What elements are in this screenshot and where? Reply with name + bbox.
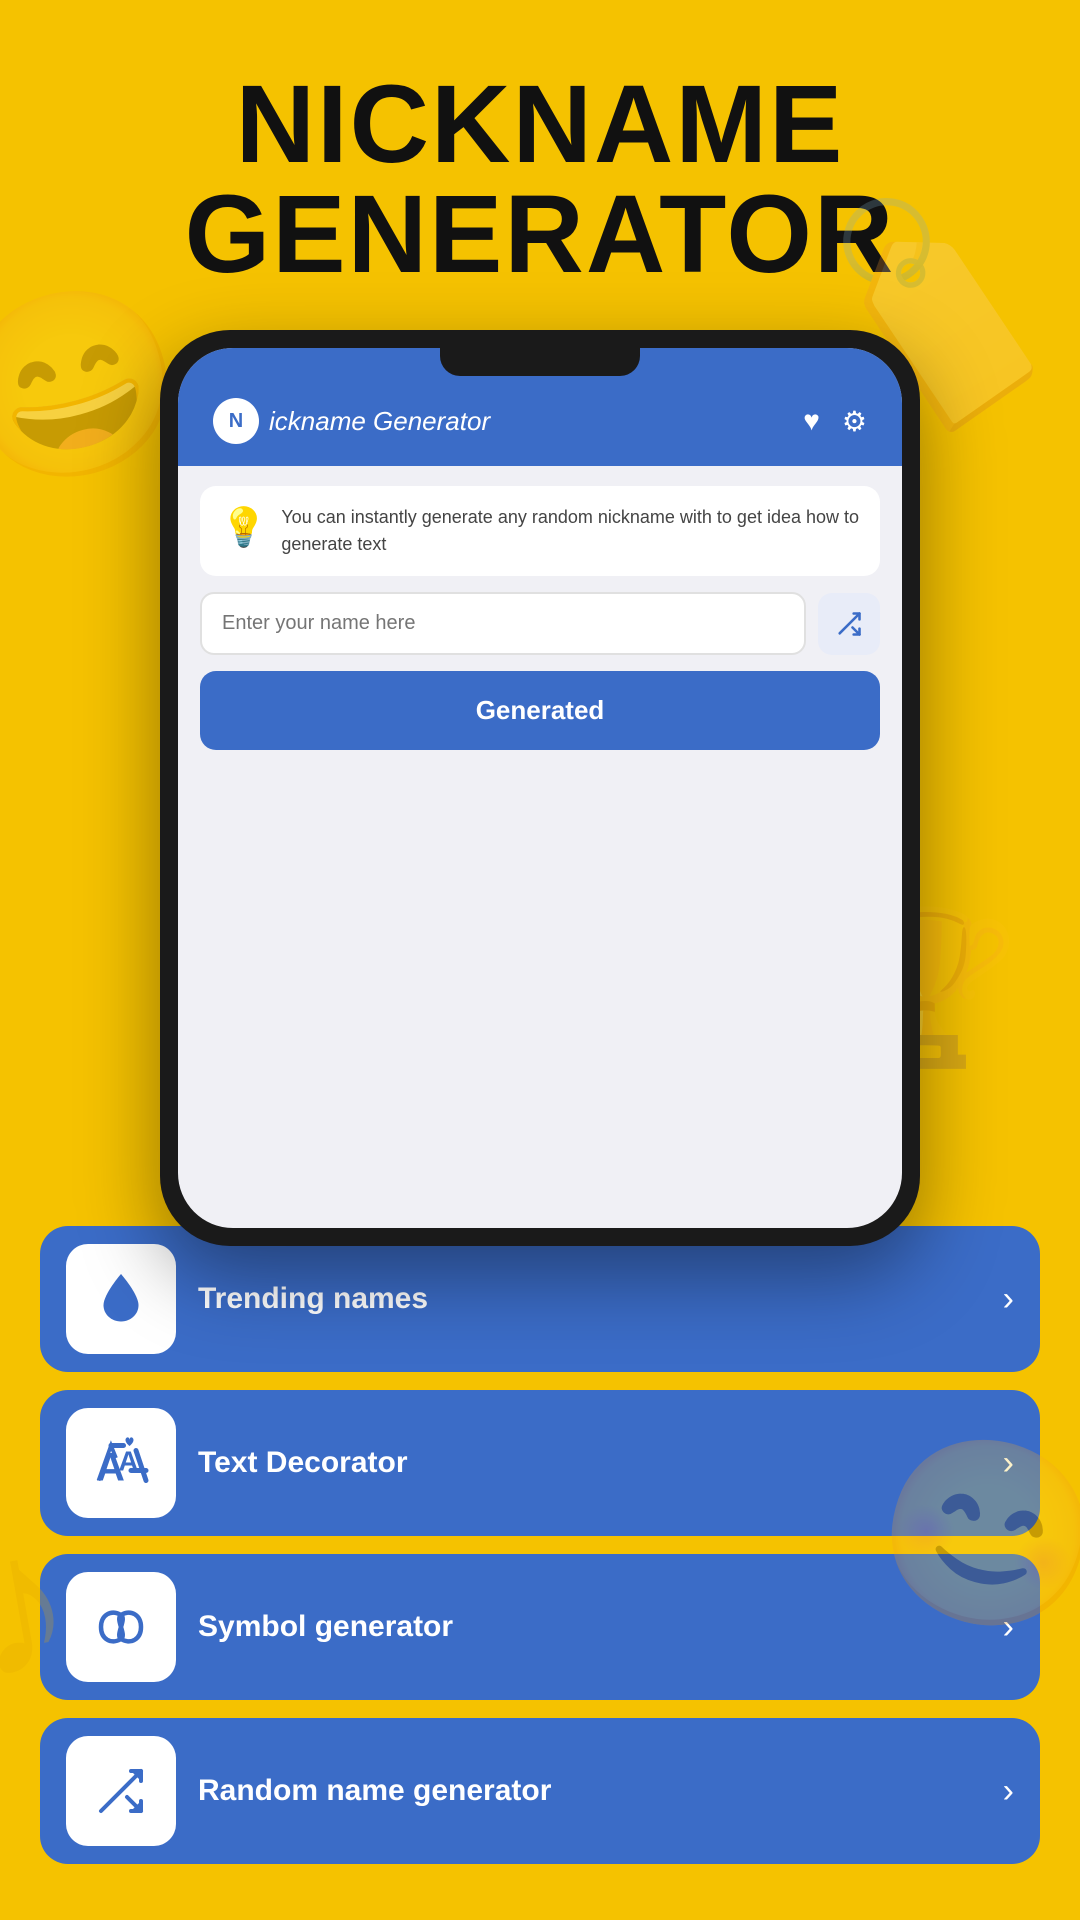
phone-mockup: N ickname Generator ♥ ⚙ 💡 You can instan… [160,330,920,1246]
phone-notch [440,348,640,376]
logo-letter: N [229,410,243,433]
trending-names-card[interactable]: Trending names › [40,1226,1040,1372]
settings-icon[interactable]: ⚙ [842,405,867,438]
droplet-icon [91,1269,151,1329]
generate-button[interactable]: Generated [200,671,880,750]
text-icon: A A [91,1433,151,1493]
logo-circle: N [213,398,259,444]
app-content: 💡 You can instantly generate any random … [178,466,902,776]
heart-icon[interactable]: ♥ [803,405,820,437]
random-name-icon-box [66,1736,176,1846]
random-name-chevron: › [1003,1772,1014,1811]
app-name: ickname Generator [269,406,490,437]
random-name-label: Random name generator [198,1774,981,1808]
random-name-card[interactable]: Random name generator › [40,1718,1040,1864]
shuffle-button[interactable] [818,593,880,655]
trending-names-chevron: › [1003,1280,1014,1319]
trending-names-label: Trending names [198,1282,981,1316]
phone-outer: N ickname Generator ♥ ⚙ 💡 You can instan… [160,330,920,1246]
header-icons: ♥ ⚙ [803,405,867,438]
phone-screen: N ickname Generator ♥ ⚙ 💡 You can instan… [178,348,902,1228]
info-box: 💡 You can instantly generate any random … [200,486,880,576]
infinity-icon [91,1597,151,1657]
info-text: You can instantly generate any random ni… [281,504,860,558]
text-decorator-icon-box: A A [66,1408,176,1518]
bulb-icon: 💡 [220,506,267,550]
random-icon [91,1761,151,1821]
trending-names-icon-box [66,1244,176,1354]
name-input[interactable] [200,592,806,655]
symbol-generator-label: Symbol generator [198,1610,981,1644]
input-row [200,592,880,655]
symbol-generator-icon-box [66,1572,176,1682]
app-logo: N ickname Generator [213,398,490,444]
text-decorator-label: Text Decorator [198,1446,981,1480]
